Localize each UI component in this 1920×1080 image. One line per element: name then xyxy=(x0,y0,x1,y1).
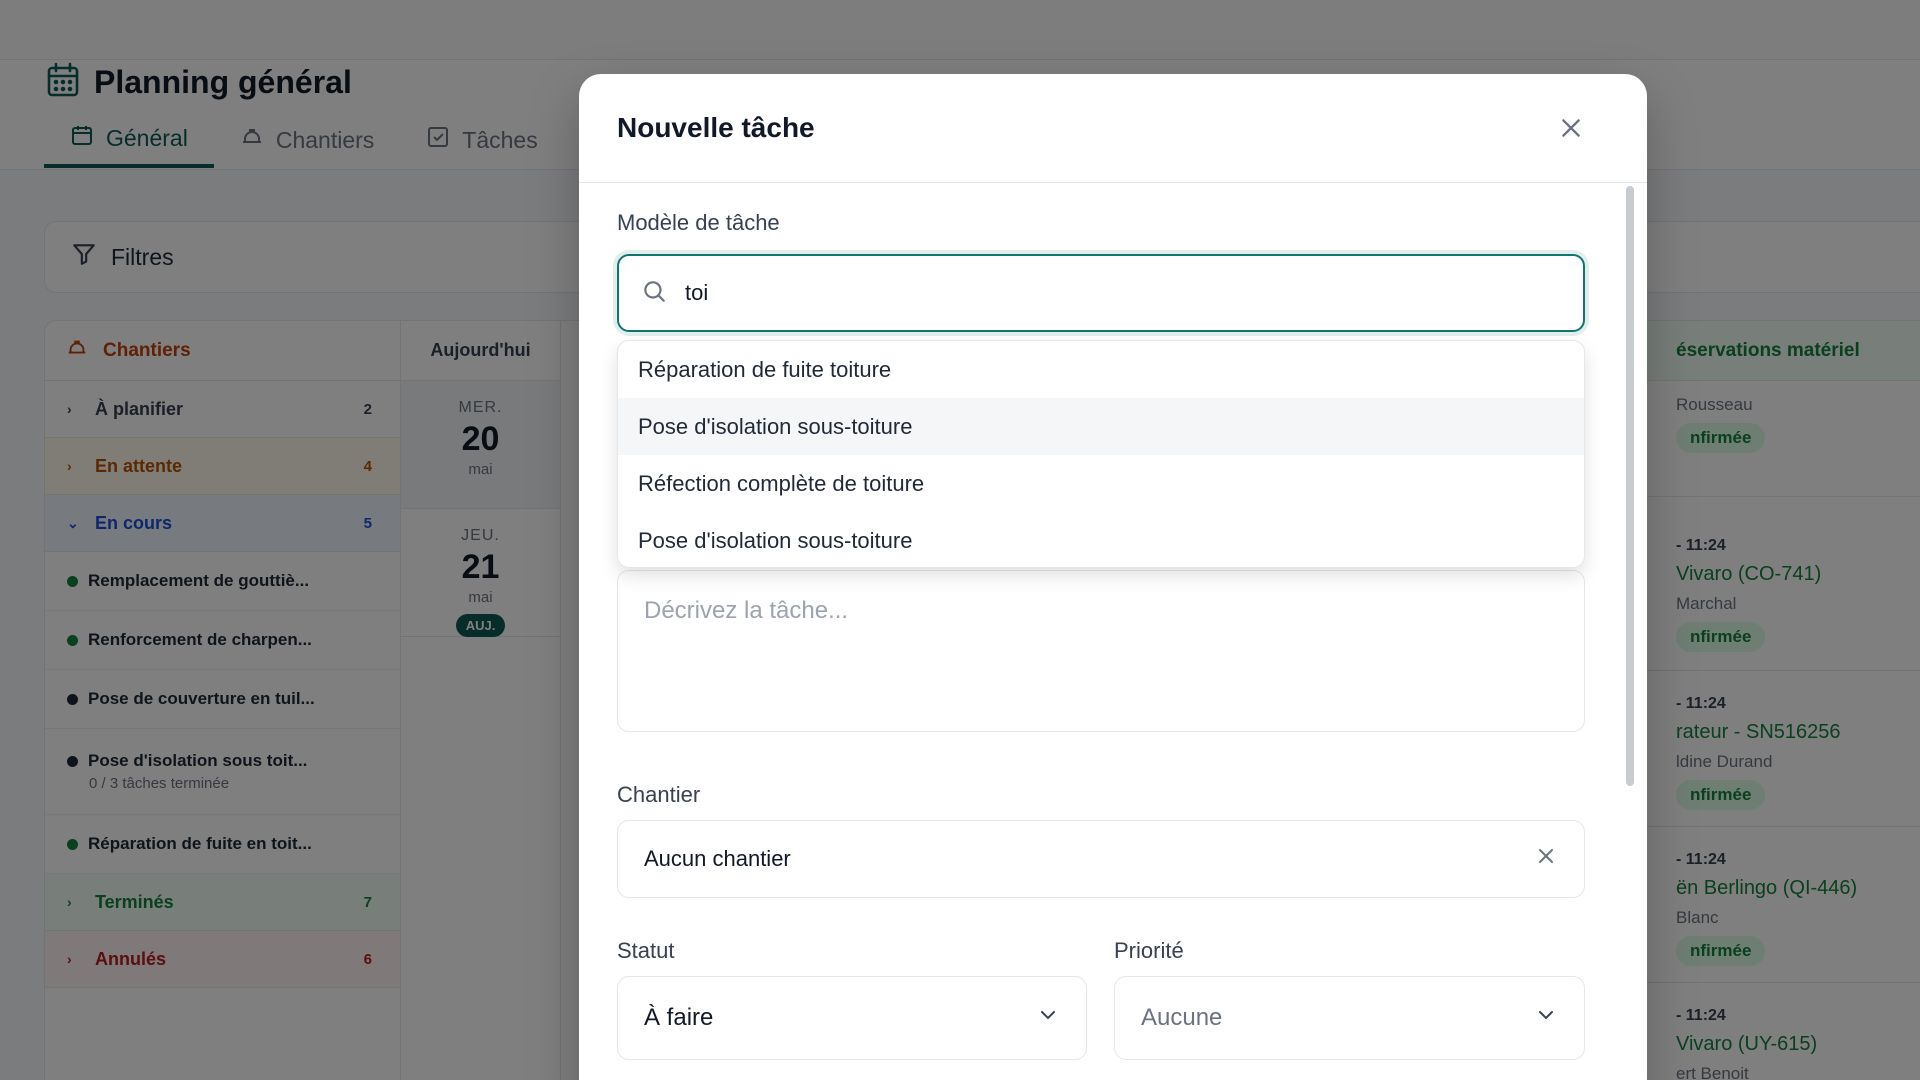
chevron-down-icon xyxy=(1036,1003,1060,1034)
close-icon xyxy=(1562,119,1580,137)
statut-label: Statut xyxy=(617,938,675,963)
chantier-label: Chantier xyxy=(617,782,701,807)
chantier-select[interactable]: Aucun chantier xyxy=(617,820,1585,898)
chevron-down-icon xyxy=(1534,1003,1558,1034)
description-field[interactable] xyxy=(617,570,1585,732)
dialog-header: Nouvelle tâche xyxy=(579,74,1647,183)
priorite-label: Priorité xyxy=(1114,938,1184,963)
scrollbar-thumb[interactable] xyxy=(1626,186,1634,786)
priorite-select[interactable]: Aucune xyxy=(1114,976,1585,1060)
new-task-dialog: Nouvelle tâche Modèle de tâche Réparatio… xyxy=(579,74,1647,1080)
suggestion-item[interactable]: Pose d'isolation sous-toiture xyxy=(618,398,1584,455)
dialog-title: Nouvelle tâche xyxy=(617,112,815,143)
template-suggestions: Réparation de fuite toiture Pose d'isola… xyxy=(617,340,1585,568)
dialog-scrollbar[interactable] xyxy=(1625,186,1635,786)
clear-icon[interactable] xyxy=(1534,844,1558,874)
suggestion-item[interactable]: Réfection complète de toiture xyxy=(618,455,1584,512)
close-button[interactable] xyxy=(1551,108,1591,148)
priorite-value: Aucune xyxy=(1141,1004,1223,1031)
chantier-value: Aucun chantier xyxy=(644,846,791,871)
suggestion-item[interactable]: Pose d'isolation sous-toiture xyxy=(618,512,1584,567)
statut-select[interactable]: À faire xyxy=(617,976,1087,1060)
statut-value: À faire xyxy=(644,1004,714,1031)
search-icon xyxy=(641,278,667,309)
description-textarea[interactable] xyxy=(644,597,1558,705)
template-search-input[interactable] xyxy=(685,280,1565,306)
template-search-field[interactable] xyxy=(617,254,1585,332)
suggestion-item[interactable]: Réparation de fuite toiture xyxy=(618,341,1584,398)
template-label: Modèle de tâche xyxy=(617,210,780,235)
